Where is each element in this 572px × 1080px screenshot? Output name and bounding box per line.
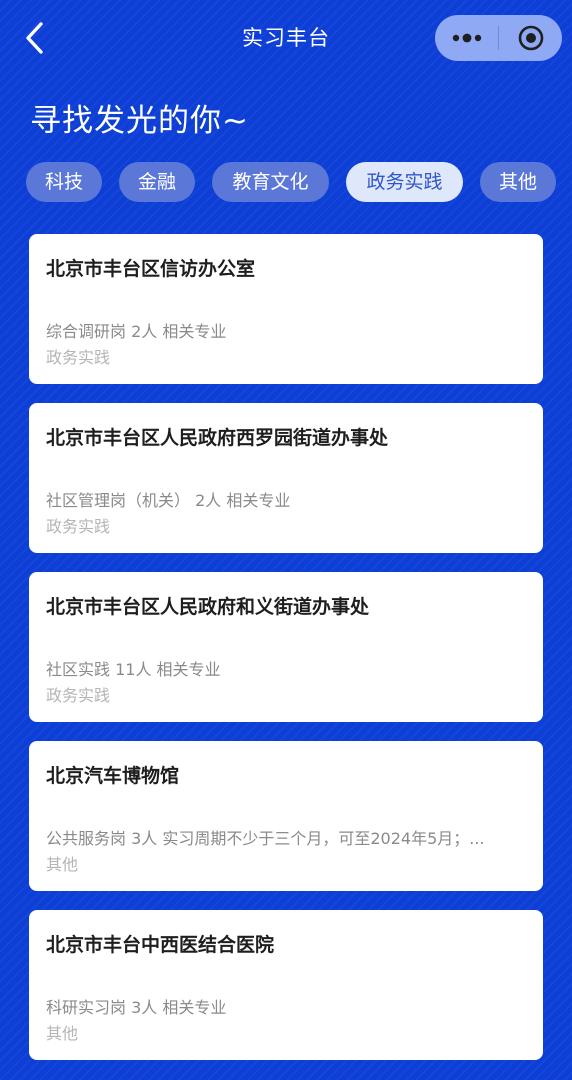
listing-card[interactable]: 北京汽车博物馆 公共服务岗 3人 实习周期不少于三个月，可至2024年5月；..… <box>29 741 543 891</box>
section-heading: 寻找发光的你~ <box>30 103 249 139</box>
close-mini-program-button[interactable] <box>499 15 562 61</box>
listing-detail: 社区管理岗（机关） 2人 相关专业 <box>46 491 291 510</box>
more-dots-icon <box>452 33 481 43</box>
listing-org-name: 北京市丰台区人民政府西罗园街道办事处 <box>46 427 389 449</box>
listing-card[interactable]: 北京市丰台区人民政府西罗园街道办事处 社区管理岗（机关） 2人 相关专业 政务实… <box>29 403 543 553</box>
category-tabs: 科技 金融 教育文化 政务实践 其他 <box>26 162 572 202</box>
listing-detail: 社区实践 11人 相关专业 <box>46 660 221 679</box>
listing-card[interactable]: 北京市丰台中西医结合医院 科研实习岗 3人 相关专业 其他 <box>29 910 543 1060</box>
navigation-bar: 实习丰台 <box>0 0 572 80</box>
more-button[interactable] <box>435 15 498 61</box>
listing-category: 政务实践 <box>46 348 111 367</box>
listing-detail: 综合调研岗 2人 相关专业 <box>46 322 227 341</box>
tab-finance[interactable]: 金融 <box>119 162 195 202</box>
listing-card[interactable]: 北京市丰台区信访办公室 综合调研岗 2人 相关专业 政务实践 <box>29 234 543 384</box>
tab-education-culture[interactable]: 教育文化 <box>212 162 329 202</box>
listing-org-name: 北京汽车博物馆 <box>46 765 180 787</box>
listing-org-name: 北京市丰台区人民政府和义街道办事处 <box>46 596 370 618</box>
tab-other[interactable]: 其他 <box>480 162 556 202</box>
listing-detail: 科研实习岗 3人 相关专业 <box>46 998 227 1017</box>
listing-org-name: 北京市丰台区信访办公室 <box>46 258 256 280</box>
tab-government-practice[interactable]: 政务实践 <box>346 162 463 202</box>
listing-category: 其他 <box>46 855 79 874</box>
listing-org-name: 北京市丰台中西医结合医院 <box>46 934 275 956</box>
listing-category: 其他 <box>46 1024 79 1043</box>
target-circle-icon <box>518 25 543 51</box>
listing-card[interactable]: 北京市丰台区人民政府和义街道办事处 社区实践 11人 相关专业 政务实践 <box>29 572 543 722</box>
mini-program-capsule <box>435 15 562 61</box>
tab-tech[interactable]: 科技 <box>26 162 102 202</box>
listing-detail: 公共服务岗 3人 实习周期不少于三个月，可至2024年5月；... <box>46 829 485 848</box>
listing-category: 政务实践 <box>46 517 111 536</box>
listing-category: 政务实践 <box>46 686 111 705</box>
